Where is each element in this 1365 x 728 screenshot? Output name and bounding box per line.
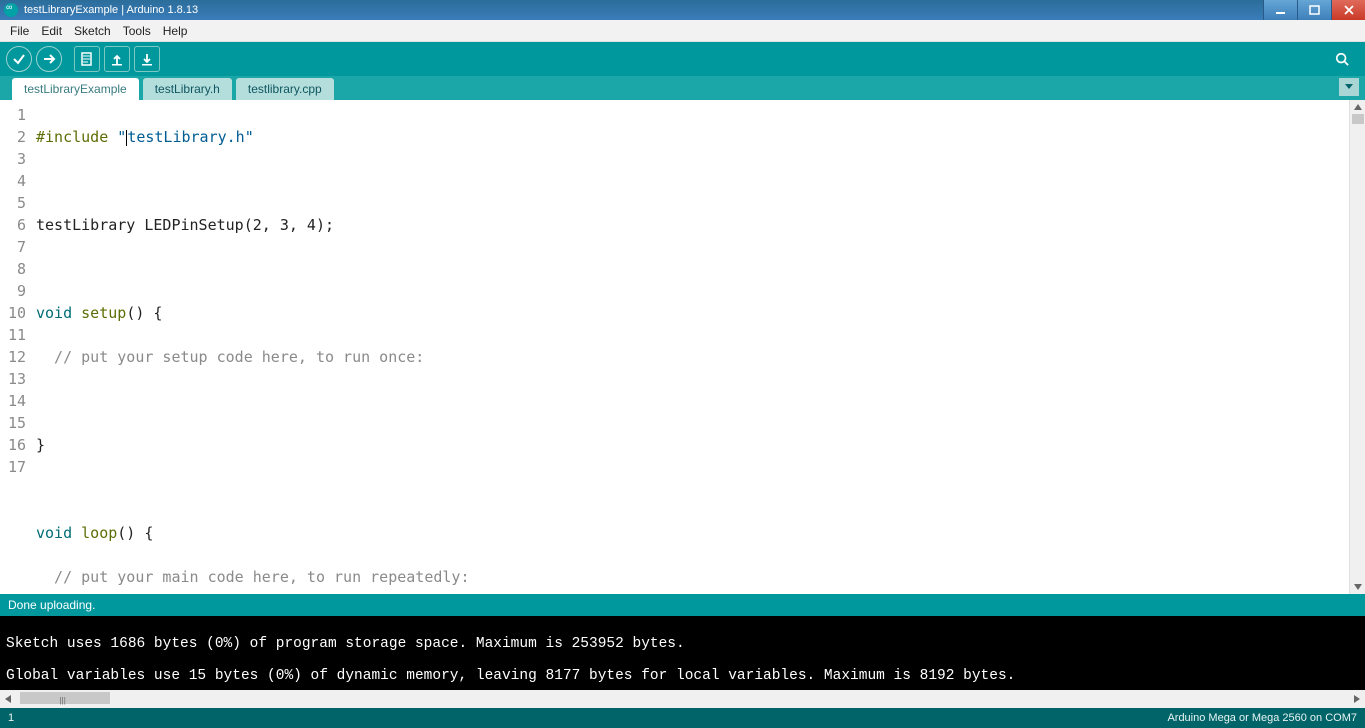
code-token: void [36, 304, 72, 322]
line-number: 8 [0, 258, 26, 280]
window-titlebar: testLibraryExample | Arduino 1.8.13 [0, 0, 1365, 20]
line-number: 3 [0, 148, 26, 170]
tab-main-sketch[interactable]: testLibraryExample [12, 78, 139, 100]
tab-cpp-file[interactable]: testlibrary.cpp [236, 78, 334, 100]
console-line: Sketch uses 1686 bytes (0%) of program s… [6, 636, 1359, 652]
scroll-thumb[interactable] [1352, 114, 1364, 124]
menu-sketch[interactable]: Sketch [68, 22, 117, 40]
tab-menu-button[interactable] [1339, 78, 1359, 96]
close-button[interactable] [1331, 0, 1365, 20]
footer-line-number: 1 [8, 712, 1167, 724]
code-token: } [36, 436, 45, 454]
grip-icon: ||| [60, 696, 66, 705]
code-token: // put your main code here, to run repea… [36, 568, 469, 586]
tab-header-file[interactable]: testLibrary.h [143, 78, 232, 100]
code-token: loop [81, 524, 117, 542]
code-token: () { [117, 524, 153, 542]
line-number: 10 [0, 302, 26, 324]
code-token: LEDPinSetup(2, 3, 4); [135, 216, 334, 234]
upload-button[interactable] [36, 46, 62, 72]
scroll-thumb[interactable]: ||| [20, 692, 110, 704]
line-number-gutter: 1 2 3 4 5 6 7 8 9 10 11 12 13 14 15 16 1… [0, 100, 32, 594]
console-horizontal-scrollbar[interactable]: ||| [0, 690, 1365, 708]
arduino-app-icon [4, 3, 18, 17]
window-title: testLibraryExample | Arduino 1.8.13 [22, 4, 1263, 16]
scroll-down-icon[interactable] [1350, 580, 1365, 594]
tab-bar: testLibraryExample testLibrary.h testlib… [0, 76, 1365, 100]
line-number: 7 [0, 236, 26, 258]
line-number: 6 [0, 214, 26, 236]
code-token: " [108, 128, 126, 146]
toolbar [0, 42, 1365, 76]
status-bar: Done uploading. [0, 594, 1365, 616]
code-token: testLibrary [36, 216, 135, 234]
code-token: void [36, 524, 72, 542]
menu-file[interactable]: File [4, 22, 35, 40]
line-number: 16 [0, 434, 26, 456]
minimize-button[interactable] [1263, 0, 1297, 20]
line-number: 1 [0, 104, 26, 126]
menu-tools[interactable]: Tools [117, 22, 157, 40]
editor-vertical-scrollbar[interactable] [1349, 100, 1365, 594]
status-message: Done uploading. [8, 598, 95, 612]
scroll-right-icon[interactable] [1349, 690, 1365, 708]
new-sketch-button[interactable] [74, 46, 100, 72]
line-number: 5 [0, 192, 26, 214]
serial-monitor-button[interactable] [1329, 46, 1355, 72]
line-number: 9 [0, 280, 26, 302]
output-console[interactable]: Sketch uses 1686 bytes (0%) of program s… [0, 616, 1365, 690]
code-token: " [245, 128, 254, 146]
code-token: #include [36, 128, 108, 146]
scroll-left-icon[interactable] [0, 690, 16, 708]
scroll-up-icon[interactable] [1350, 100, 1365, 114]
menu-bar: File Edit Sketch Tools Help [0, 20, 1365, 42]
line-number: 13 [0, 368, 26, 390]
open-sketch-button[interactable] [104, 46, 130, 72]
line-number: 17 [0, 456, 26, 478]
code-token: () { [126, 304, 162, 322]
footer-board-info: Arduino Mega or Mega 2560 on COM7 [1167, 712, 1357, 724]
code-token: testLibrary.h [127, 128, 244, 146]
console-line: Global variables use 15 bytes (0%) of dy… [6, 668, 1359, 684]
menu-help[interactable]: Help [157, 22, 194, 40]
footer-bar: 1 Arduino Mega or Mega 2560 on COM7 [0, 708, 1365, 728]
verify-button[interactable] [6, 46, 32, 72]
line-number: 4 [0, 170, 26, 192]
scroll-track[interactable]: ||| [16, 690, 1349, 708]
code-token: setup [81, 304, 126, 322]
code-area[interactable]: #include "testLibrary.h" testLibrary LED… [32, 100, 1365, 594]
window-controls [1263, 0, 1365, 20]
line-number: 11 [0, 324, 26, 346]
line-number: 2 [0, 126, 26, 148]
line-number: 12 [0, 346, 26, 368]
menu-edit[interactable]: Edit [35, 22, 68, 40]
code-editor[interactable]: 1 2 3 4 5 6 7 8 9 10 11 12 13 14 15 16 1… [0, 100, 1365, 594]
code-token: // put your setup code here, to run once… [36, 348, 424, 366]
line-number: 15 [0, 412, 26, 434]
line-number: 14 [0, 390, 26, 412]
save-sketch-button[interactable] [134, 46, 160, 72]
maximize-button[interactable] [1297, 0, 1331, 20]
